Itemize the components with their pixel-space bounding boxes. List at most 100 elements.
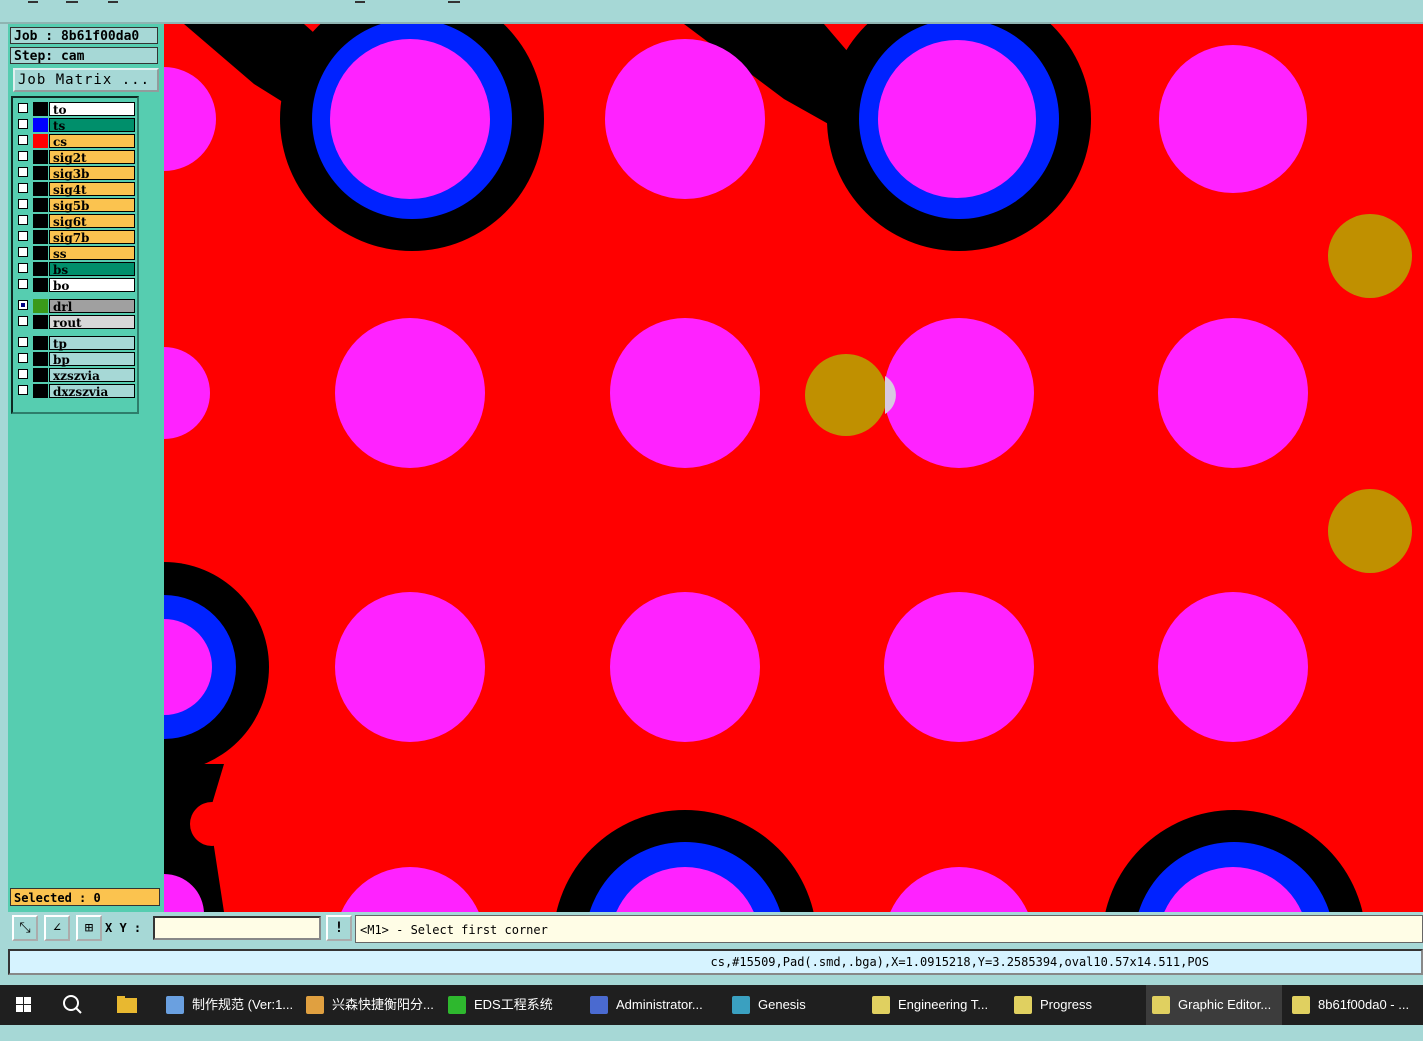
layer-checkbox[interactable] bbox=[18, 247, 28, 257]
layer-checkbox[interactable] bbox=[18, 316, 28, 326]
layer-name[interactable]: tp bbox=[49, 336, 135, 351]
layer-checkbox[interactable] bbox=[18, 151, 28, 161]
pad bbox=[610, 592, 760, 742]
layer-color-swatch[interactable] bbox=[33, 182, 48, 196]
taskbar-item[interactable]: Engineering T... bbox=[866, 985, 1004, 1025]
layer-color-swatch[interactable] bbox=[33, 118, 48, 132]
layer-name[interactable]: sig6t bbox=[49, 214, 135, 229]
layer-color-swatch[interactable] bbox=[33, 262, 48, 276]
layer-row-tp[interactable]: tp bbox=[17, 336, 135, 351]
layer-name[interactable]: bp bbox=[49, 352, 135, 367]
search-button[interactable] bbox=[48, 985, 96, 1025]
layer-row-bo[interactable]: bo bbox=[17, 278, 135, 293]
layer-checkbox[interactable] bbox=[18, 183, 28, 193]
layer-checkbox[interactable] bbox=[18, 231, 28, 241]
layer-checkbox[interactable] bbox=[18, 300, 28, 310]
taskbar-item[interactable]: Administrator... bbox=[584, 985, 722, 1025]
layer-color-swatch[interactable] bbox=[33, 214, 48, 228]
taskbar-item[interactable]: Graphic Editor... bbox=[1146, 985, 1282, 1025]
layer-row-sig5b[interactable]: sig5b bbox=[17, 198, 135, 213]
layer-color-swatch[interactable] bbox=[33, 102, 48, 116]
layer-row-xzszvia[interactable]: xzszvia bbox=[17, 368, 135, 383]
layer-color-swatch[interactable] bbox=[33, 246, 48, 260]
layer-row-bs[interactable]: bs bbox=[17, 262, 135, 277]
layer-name[interactable]: sig2t bbox=[49, 150, 135, 165]
pad bbox=[341, 867, 479, 912]
layer-row-sig2t[interactable]: sig2t bbox=[17, 150, 135, 165]
job-matrix-button[interactable]: Job Matrix ... bbox=[13, 68, 159, 92]
layer-color-swatch[interactable] bbox=[33, 134, 48, 148]
layer-color-swatch[interactable] bbox=[33, 368, 48, 382]
alert-button[interactable]: ! bbox=[326, 915, 352, 941]
layer-color-swatch[interactable] bbox=[33, 315, 48, 329]
taskbar-item[interactable]: 制作规范 (Ver:1... bbox=[160, 985, 296, 1025]
layer-row-sig7b[interactable]: sig7b bbox=[17, 230, 135, 245]
taskbar-item[interactable]: Genesis bbox=[726, 985, 862, 1025]
graphic-canvas[interactable] bbox=[164, 24, 1423, 912]
layer-color-swatch[interactable] bbox=[33, 384, 48, 398]
taskbar-item[interactable]: Progress bbox=[1008, 985, 1142, 1025]
layer-row-to[interactable]: to bbox=[17, 102, 135, 117]
drill-hole bbox=[1328, 489, 1412, 573]
layer-color-swatch[interactable] bbox=[33, 299, 48, 313]
layer-checkbox[interactable] bbox=[18, 337, 28, 347]
taskbar-item[interactable]: 兴森快捷衡阳分... bbox=[300, 985, 438, 1025]
title-fragment bbox=[448, 1, 460, 3]
taskbar-item[interactable]: EDS工程系统 bbox=[442, 985, 580, 1025]
layer-row-sig6t[interactable]: sig6t bbox=[17, 214, 135, 229]
layer-row-drl[interactable]: drl bbox=[17, 299, 135, 314]
layer-name[interactable]: bo bbox=[49, 278, 135, 293]
layer-checkbox[interactable] bbox=[18, 103, 28, 113]
layer-checkbox[interactable] bbox=[18, 263, 28, 273]
layer-name[interactable]: ts bbox=[49, 118, 135, 133]
layer-checkbox[interactable] bbox=[18, 135, 28, 145]
layer-row-sig3b[interactable]: sig3b bbox=[17, 166, 135, 181]
layer-row-ts[interactable]: ts bbox=[17, 118, 135, 133]
layer-checkbox[interactable] bbox=[18, 353, 28, 363]
layer-name[interactable]: rout bbox=[49, 315, 135, 330]
layer-checkbox[interactable] bbox=[18, 279, 28, 289]
layer-name[interactable]: xzszvia bbox=[49, 368, 135, 383]
layer-color-swatch[interactable] bbox=[33, 352, 48, 366]
layer-name[interactable]: drl bbox=[49, 299, 135, 314]
layer-checkbox[interactable] bbox=[18, 215, 28, 225]
layer-color-swatch[interactable] bbox=[33, 198, 48, 212]
layer-checkbox[interactable] bbox=[18, 369, 28, 379]
layer-color-swatch[interactable] bbox=[33, 278, 48, 292]
layer-color-swatch[interactable] bbox=[33, 230, 48, 244]
layer-color-swatch[interactable] bbox=[33, 336, 48, 350]
layer-checkbox[interactable] bbox=[18, 119, 28, 129]
layer-color-swatch[interactable] bbox=[33, 166, 48, 180]
measure-icon[interactable]: ∠ bbox=[44, 915, 70, 941]
layer-name[interactable]: sig7b bbox=[49, 230, 135, 245]
layer-checkbox[interactable] bbox=[18, 385, 28, 395]
layer-row-dxzszvia[interactable]: dxzszvia bbox=[17, 384, 135, 399]
pad bbox=[330, 39, 490, 199]
layer-name[interactable]: dxzszvia bbox=[49, 384, 135, 399]
layer-name[interactable]: ss bbox=[49, 246, 135, 261]
layer-name[interactable]: sig5b bbox=[49, 198, 135, 213]
taskbar-item[interactable]: 8b61f00da0 - ... bbox=[1286, 985, 1420, 1025]
layer-name[interactable]: sig3b bbox=[49, 166, 135, 181]
title-fragment bbox=[108, 1, 118, 3]
zoom-fit-icon[interactable]: ⤡ bbox=[12, 915, 38, 941]
layer-row-sig4t[interactable]: sig4t bbox=[17, 182, 135, 197]
layer-name[interactable]: bs bbox=[49, 262, 135, 277]
layer-row-cs[interactable]: cs bbox=[17, 134, 135, 149]
layer-color-swatch[interactable] bbox=[33, 150, 48, 164]
layer-name[interactable]: cs bbox=[49, 134, 135, 149]
layer-row-bp[interactable]: bp bbox=[17, 352, 135, 367]
layer-checkbox[interactable] bbox=[18, 167, 28, 177]
xy-input[interactable] bbox=[153, 916, 321, 940]
layer-name[interactable]: to bbox=[49, 102, 135, 117]
horizontal-scrollbar[interactable] bbox=[8, 975, 1423, 985]
layer-row-rout[interactable]: rout bbox=[17, 315, 135, 330]
pad bbox=[1158, 592, 1308, 742]
layer-name[interactable]: sig4t bbox=[49, 182, 135, 197]
file-explorer-button[interactable] bbox=[100, 985, 150, 1025]
start-button[interactable] bbox=[0, 985, 46, 1025]
layer-row-ss[interactable]: ss bbox=[17, 246, 135, 261]
copper-area bbox=[190, 802, 234, 846]
grid-icon[interactable]: ⊞ bbox=[76, 915, 102, 941]
layer-checkbox[interactable] bbox=[18, 199, 28, 209]
